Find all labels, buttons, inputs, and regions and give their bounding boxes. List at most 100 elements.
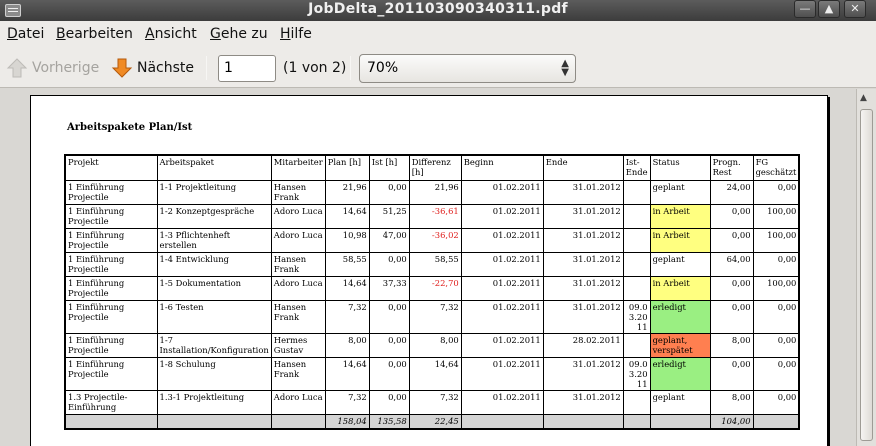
cell-diff: 7,32	[408, 299, 462, 334]
cell-rest: 24,00	[709, 179, 754, 205]
close-button[interactable]: ✕	[844, 0, 866, 18]
next-page-button[interactable]: Nächste	[111, 56, 194, 80]
cell-istende	[622, 389, 651, 415]
toolbar-separator	[206, 56, 207, 80]
cell-diff: -36,02	[408, 227, 462, 253]
cell-mitarbeiter: Hansen Frank	[270, 179, 326, 205]
cell-diff: -22,70	[408, 275, 462, 301]
minimize-icon: —	[799, 2, 811, 15]
cell-istende	[622, 275, 651, 301]
cell-rest: 8,00	[709, 332, 754, 358]
pdf-page: Arbeitspakete Plan/Ist Projekt Arbeitspa…	[30, 95, 828, 446]
cell-rest: 0,00	[709, 299, 754, 334]
cell-plan: 10,98	[324, 227, 370, 253]
cell-beginn: 01.02.2011	[460, 227, 544, 253]
cell-diff: 58,55	[408, 251, 462, 277]
cell-beginn: 01.02.2011	[460, 356, 544, 391]
cell-ende: 31.01.2012	[542, 356, 624, 391]
cell-diff: -36,61	[408, 203, 462, 229]
cell-status: geplant	[649, 251, 711, 277]
cell-status: in Arbeit	[649, 203, 711, 229]
menu-bar: Datei Bearbeiten Ansicht Gehe zu Hilfe	[0, 21, 876, 48]
column-header: Beginn	[460, 154, 544, 181]
total-rest: 104,00	[709, 413, 754, 430]
cell-beginn: 01.02.2011	[460, 275, 544, 301]
cell-beginn: 01.02.2011	[460, 389, 544, 415]
cell-plan: 14,64	[324, 275, 370, 301]
cell-istende	[622, 203, 651, 229]
document-title: Arbeitspakete Plan/Ist	[67, 122, 193, 133]
arrow-up-icon	[6, 58, 28, 78]
table-row: 1 Einführung Projectile 1-4 Entwicklung Ha…	[64, 251, 800, 277]
cell-rest: 0,00	[709, 275, 754, 301]
total-empty-cell	[460, 413, 544, 430]
cell-ende: 31.01.2012	[542, 227, 624, 253]
vertical-scrollbar[interactable]: ▲	[856, 89, 876, 446]
cell-paket: 1-7 Installation/Konfiguration	[156, 332, 272, 358]
menu-ansicht[interactable]: Ansicht	[145, 26, 197, 42]
cell-ende: 31.01.2012	[542, 299, 624, 334]
cell-paket: 1-4 Entwicklung	[156, 251, 272, 277]
previous-page-button[interactable]: Vorherige	[6, 56, 99, 80]
table-header-row: Projekt Arbeitspaket Mitarbeiter Plan [h…	[64, 154, 800, 181]
cell-rest: 8,00	[709, 389, 754, 415]
table-row: 1 Einführung Projectile 1-2 Konzeptgesprä…	[64, 203, 800, 229]
total-ist: 135,58	[368, 413, 410, 430]
cell-projekt: 1 Einführung Projectile	[64, 179, 158, 205]
cell-fg: 0,00	[752, 332, 800, 358]
cell-ist: 0,00	[368, 332, 410, 358]
totals-row: 158,04 135,58 22,45 104,00	[64, 413, 800, 430]
title-bar[interactable]: JobDelta_201103090340311.pdf — ▲ ✕	[0, 0, 876, 21]
cell-beginn: 01.02.2011	[460, 332, 544, 358]
menu-datei[interactable]: Datei	[7, 26, 44, 42]
column-header: Progn. Rest	[709, 154, 754, 181]
cell-plan: 14,64	[324, 356, 370, 391]
total-empty-cell	[270, 413, 326, 430]
cell-istende	[622, 227, 651, 253]
cell-status: geplant	[649, 179, 711, 205]
table-row: 1 Einführung Projectile 1-5 Dokumentation…	[64, 275, 800, 301]
cell-ende: 31.01.2012	[542, 179, 624, 205]
scrollbar-thumb[interactable]	[860, 109, 873, 441]
cell-mitarbeiter: Adoro Luca	[270, 275, 326, 301]
cell-paket: 1-1 Projektleitung	[156, 179, 272, 205]
cell-beginn: 01.02.2011	[460, 299, 544, 334]
cell-mitarbeiter: Adoro Luca	[270, 389, 326, 415]
document-view[interactable]: Arbeitspakete Plan/Ist Projekt Arbeitspa…	[0, 89, 856, 446]
cell-diff: 21,96	[408, 179, 462, 205]
minimize-button[interactable]: —	[794, 0, 816, 18]
column-header: Arbeitspaket	[156, 154, 272, 181]
column-header: Mitarbeiter	[270, 154, 326, 181]
cell-projekt: 1 Einführung Projectile	[64, 275, 158, 301]
cell-ist: 47,00	[368, 227, 410, 253]
total-empty-cell	[542, 413, 624, 430]
menu-gehe-zu[interactable]: Gehe zu	[210, 26, 268, 42]
cell-projekt: 1 Einführung Projectile	[64, 251, 158, 277]
cell-ist: 0,00	[368, 251, 410, 277]
cell-ist: 0,00	[368, 389, 410, 415]
zoom-select[interactable]: 70% ▲ ▼	[359, 54, 576, 83]
cell-plan: 14,64	[324, 203, 370, 229]
table-row: 1 Einführung Projectile 1-8 Schulung Hanse…	[64, 356, 800, 391]
table-row: 1 Einführung Projectile 1-1 Projektleitun…	[64, 179, 800, 205]
cell-istende	[622, 179, 651, 205]
column-header: Ende	[542, 154, 624, 181]
cell-projekt: 1 Einführung Projectile	[64, 299, 158, 334]
work-packages-table: Projekt Arbeitspaket Mitarbeiter Plan [h…	[64, 154, 801, 430]
cell-status: geplant	[649, 389, 711, 415]
cell-mitarbeiter: Adoro Luca	[270, 227, 326, 253]
cell-mitarbeiter: Hermes Gustav	[270, 332, 326, 358]
maximize-button[interactable]: ▲	[818, 0, 840, 18]
menu-bearbeiten[interactable]: Bearbeiten	[56, 26, 133, 42]
cell-ist: 51,25	[368, 203, 410, 229]
table-row: 1 Einführung Projectile 1-6 Testen Hansen …	[64, 299, 800, 334]
total-empty-cell	[752, 413, 800, 430]
zoom-value: 70%	[367, 60, 399, 76]
cell-rest: 64,00	[709, 251, 754, 277]
total-empty-cell	[649, 413, 711, 430]
menu-hilfe[interactable]: Hilfe	[280, 26, 312, 42]
page-number-input[interactable]: 1	[218, 55, 276, 82]
cell-projekt: 1 Einführung Projectile	[64, 332, 158, 358]
cell-plan: 7,32	[324, 389, 370, 415]
scroll-up-icon[interactable]: ▲	[860, 93, 867, 103]
